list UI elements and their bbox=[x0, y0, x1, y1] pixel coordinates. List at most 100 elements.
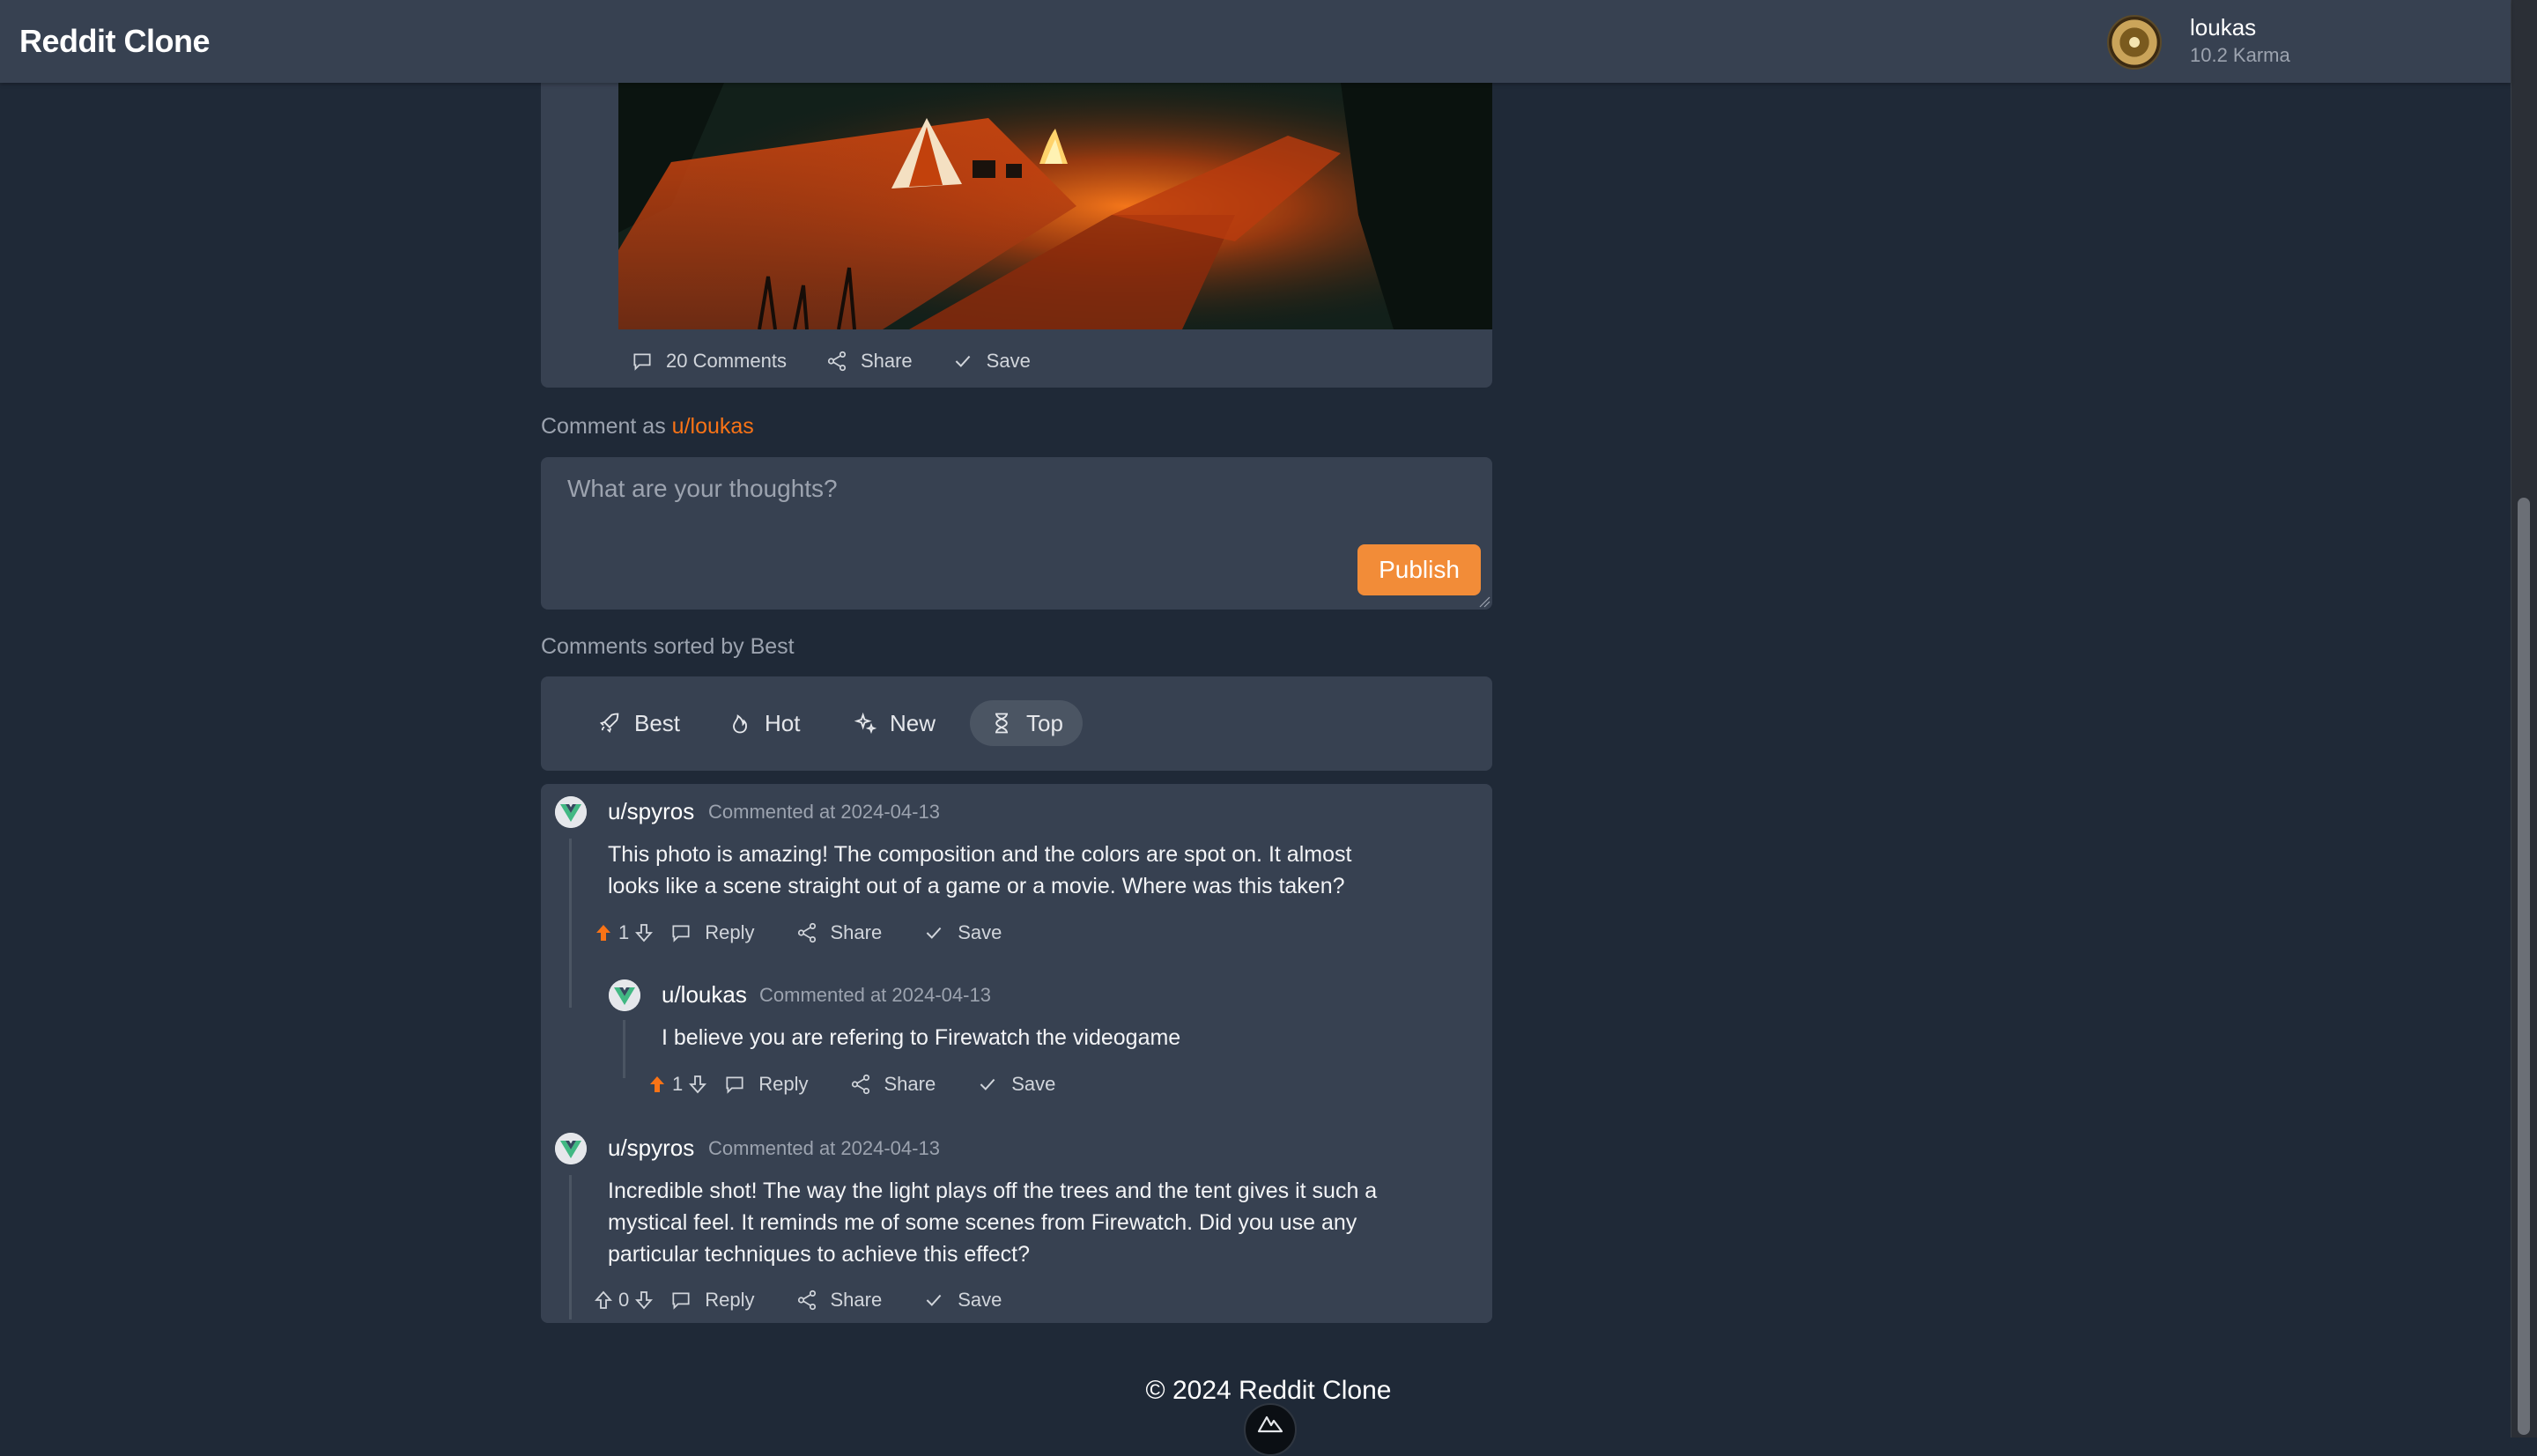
share-button[interactable]: Share bbox=[795, 921, 882, 944]
post-image[interactable] bbox=[618, 83, 1492, 329]
user-name[interactable]: loukas bbox=[2190, 14, 2256, 41]
thread-line[interactable] bbox=[569, 1175, 572, 1319]
comment-timestamp: Commented at 2024-04-13 bbox=[708, 801, 940, 823]
downvote-arrow-icon[interactable] bbox=[688, 1074, 707, 1095]
vote-score: 0 bbox=[618, 1289, 630, 1311]
comment-as-prefix: Comment as bbox=[541, 414, 672, 439]
comment-as-label: Comment as u/loukas bbox=[541, 414, 754, 440]
thread-line[interactable] bbox=[569, 839, 572, 1008]
footer-copyright: © 2024 Reddit Clone bbox=[1145, 1376, 1392, 1405]
sparkles-icon bbox=[854, 712, 877, 735]
comment-timestamp: Commented at 2024-04-13 bbox=[708, 1137, 940, 1159]
vote-control: 1 bbox=[647, 1073, 707, 1096]
save-label: Save bbox=[958, 921, 1002, 943]
share-icon bbox=[851, 1074, 869, 1095]
save-label: Save bbox=[1011, 1073, 1056, 1095]
comment-author[interactable]: u/spyros bbox=[608, 798, 694, 825]
comments-count: 20 Comments bbox=[666, 350, 787, 372]
save-button[interactable]: Save bbox=[922, 921, 1002, 944]
user-avatar[interactable] bbox=[2107, 15, 2162, 70]
sort-tab-hot[interactable]: Hot bbox=[708, 700, 819, 746]
reply-label: Reply bbox=[758, 1073, 809, 1095]
rocket-icon bbox=[599, 713, 619, 734]
comment-textarea[interactable]: What are your thoughts? Publish bbox=[541, 457, 1492, 610]
vue-logo-icon bbox=[609, 979, 640, 1011]
comment-actions: 1 Reply Share Save bbox=[647, 1073, 1096, 1096]
sort-tab-best[interactable]: Best bbox=[578, 700, 699, 746]
user-karma: 10.2 Karma bbox=[2190, 44, 2290, 66]
comments-section: u/spyros Commented at 2024-04-13 This ph… bbox=[541, 784, 1492, 1323]
comment-avatar[interactable] bbox=[555, 1133, 587, 1164]
share-button[interactable]: Share bbox=[849, 1073, 936, 1096]
comments-button[interactable]: 20 Comments bbox=[631, 350, 787, 373]
thread-line[interactable] bbox=[623, 1020, 625, 1078]
share-icon bbox=[827, 351, 847, 372]
reply-button[interactable]: Reply bbox=[669, 1289, 755, 1312]
comment-text-line: particular techniques to achieve this ef… bbox=[608, 1242, 1030, 1267]
share-label: Share bbox=[830, 1289, 883, 1311]
share-icon bbox=[797, 1290, 816, 1311]
check-icon bbox=[926, 927, 942, 939]
sorted-by-label: Comments sorted by Best bbox=[541, 634, 795, 659]
upvote-arrow-icon[interactable] bbox=[647, 1074, 667, 1095]
comment-actions: 0 Reply Share Save bbox=[594, 1289, 1042, 1312]
check-icon bbox=[980, 1078, 995, 1090]
flame-icon bbox=[733, 714, 747, 734]
save-button[interactable]: Save bbox=[922, 1289, 1002, 1312]
devtools-toggle-button[interactable] bbox=[1244, 1403, 1297, 1456]
comment-body: I believe you are refering to Firewatch … bbox=[662, 1022, 1180, 1053]
save-label: Save bbox=[958, 1289, 1002, 1311]
publish-button[interactable]: Publish bbox=[1357, 544, 1481, 595]
upvote-arrow-icon[interactable] bbox=[594, 922, 613, 943]
comment-avatar[interactable] bbox=[609, 979, 640, 1011]
hourglass-icon bbox=[995, 713, 1008, 734]
share-icon bbox=[797, 922, 816, 943]
scrollbar-thumb[interactable] bbox=[2518, 498, 2530, 1435]
downvote-arrow-icon[interactable] bbox=[634, 922, 654, 943]
comment-author[interactable]: u/spyros bbox=[608, 1134, 694, 1162]
brand-logo-text[interactable]: Reddit Clone bbox=[19, 23, 211, 60]
reply-button[interactable]: Reply bbox=[669, 921, 755, 944]
comment-actions: 1 Reply Share Save bbox=[594, 921, 1042, 944]
comment-avatar[interactable] bbox=[555, 796, 587, 828]
save-button[interactable]: Save bbox=[951, 350, 1031, 373]
vote-score: 1 bbox=[618, 921, 630, 943]
save-label: Save bbox=[986, 350, 1031, 372]
check-icon bbox=[926, 1294, 942, 1306]
campfire-scene-image bbox=[618, 83, 1492, 329]
footer: © 2024 Reddit Clone bbox=[0, 1376, 2537, 1406]
sort-new-label: New bbox=[890, 709, 936, 736]
comment-placeholder: What are your thoughts? bbox=[567, 475, 838, 502]
sort-top-label: Top bbox=[1026, 709, 1063, 736]
share-label: Share bbox=[860, 350, 913, 372]
comment-body: This photo is amazing! The composition a… bbox=[608, 839, 1351, 902]
reply-button[interactable]: Reply bbox=[723, 1073, 809, 1096]
comment-icon bbox=[633, 353, 651, 371]
comment-timestamp: Commented at 2024-04-13 bbox=[759, 984, 991, 1006]
vote-control: 1 bbox=[594, 921, 654, 944]
comment-text-line: Incredible shot! The way the light plays… bbox=[608, 1179, 1378, 1203]
top-navbar: Reddit Clone loukas 10.2 Karma bbox=[0, 0, 2511, 83]
reply-label: Reply bbox=[705, 1289, 755, 1311]
sort-tab-new[interactable]: New bbox=[833, 700, 955, 746]
comment-text-line: looks like a scene straight out of a gam… bbox=[608, 874, 1345, 898]
comment-as-username[interactable]: u/loukas bbox=[672, 414, 754, 439]
vue-logo-icon bbox=[555, 1133, 587, 1164]
share-button[interactable]: Share bbox=[795, 1289, 883, 1312]
comment-text-line: I believe you are refering to Firewatch … bbox=[662, 1025, 1181, 1050]
comment-author[interactable]: u/loukas bbox=[662, 981, 747, 1009]
share-button[interactable]: Share bbox=[825, 350, 913, 373]
comment-text-line: mystical feel. It reminds me of some sce… bbox=[608, 1210, 1357, 1235]
comment-body: Incredible shot! The way the light plays… bbox=[608, 1175, 1377, 1270]
upvote-arrow-icon[interactable] bbox=[594, 1290, 613, 1311]
comment-icon bbox=[672, 925, 690, 942]
sort-hot-label: Hot bbox=[765, 709, 801, 736]
vote-control: 0 bbox=[594, 1289, 654, 1312]
save-button[interactable]: Save bbox=[976, 1073, 1055, 1096]
downvote-arrow-icon[interactable] bbox=[634, 1290, 654, 1311]
resize-handle-icon[interactable] bbox=[1478, 595, 1490, 608]
sort-bar: Best Hot New Top bbox=[541, 676, 1492, 771]
share-label: Share bbox=[884, 1073, 936, 1095]
nuxt-logo-icon bbox=[1257, 1415, 1283, 1433]
sort-tab-top[interactable]: Top bbox=[970, 700, 1083, 746]
